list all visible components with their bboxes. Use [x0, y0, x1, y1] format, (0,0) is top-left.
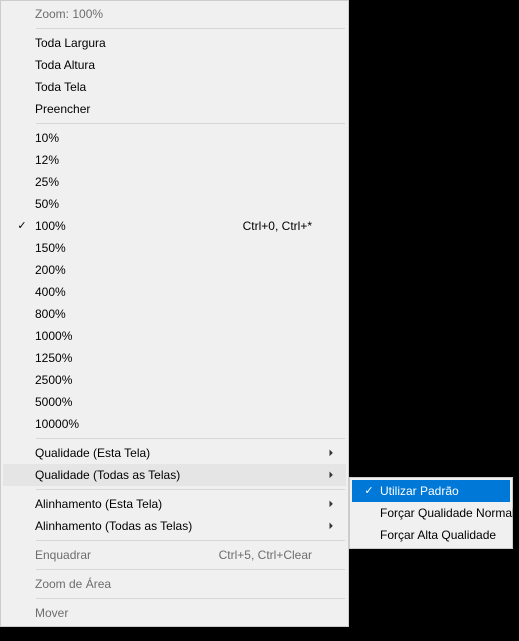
menu-header-zoom: Zoom: 100% — [3, 3, 346, 25]
menu-separator — [36, 123, 345, 124]
menu-item-label: Qualidade (Esta Tela) — [35, 446, 316, 460]
chevron-right-icon: 🞂 — [326, 499, 336, 510]
menu-item-label: 1250% — [35, 351, 316, 365]
menu-item-label: Toda Largura — [35, 36, 316, 50]
menu-item-zoom-50[interactable]: 50% — [3, 193, 346, 215]
menu-separator — [36, 540, 345, 541]
menu-item-label: Mover — [35, 606, 316, 620]
menu-item-quality-all-screens[interactable]: Qualidade (Todas as Telas) 🞂 — [3, 464, 346, 486]
chevron-right-icon: 🞂 — [326, 448, 336, 459]
menu-item-zoom-10000[interactable]: 10000% — [3, 413, 346, 435]
submenu-item-label: Utilizar Padrão — [380, 484, 502, 498]
submenu-item-label: Forçar Qualidade Normal — [380, 506, 515, 520]
menu-item-zoom-25[interactable]: 25% — [3, 171, 346, 193]
menu-item-label: Alinhamento (Esta Tela) — [35, 497, 316, 511]
menu-item-frame: Enquadrar Ctrl+5, Ctrl+Clear — [3, 544, 346, 566]
checkmark-icon: ✓ — [358, 486, 380, 497]
menu-item-full-height[interactable]: Toda Altura — [3, 54, 346, 76]
menu-item-label: 10000% — [35, 417, 316, 431]
chevron-right-icon: 🞂 — [326, 470, 336, 481]
menu-item-label: 1000% — [35, 329, 316, 343]
menu-item-label: 50% — [35, 197, 316, 211]
menu-item-label: 25% — [35, 175, 316, 189]
menu-item-label: 200% — [35, 263, 316, 277]
menu-item-zoom-150[interactable]: 150% — [3, 237, 346, 259]
menu-item-shortcut: Ctrl+5, Ctrl+Clear — [219, 548, 316, 562]
zoom-context-menu: Zoom: 100% Toda Largura Toda Altura Toda… — [0, 0, 349, 627]
menu-item-label: Qualidade (Todas as Telas) — [35, 468, 316, 482]
menu-item-alignment-all-screens[interactable]: Alinhamento (Todas as Telas) 🞂 — [3, 515, 346, 537]
menu-item-zoom-12[interactable]: 12% — [3, 149, 346, 171]
menu-item-fill[interactable]: Preencher — [3, 98, 346, 120]
menu-item-label: 10% — [35, 131, 316, 145]
menu-item-move: Mover — [3, 602, 346, 624]
menu-item-label: Preencher — [35, 102, 316, 116]
chevron-right-icon: 🞂 — [326, 521, 336, 532]
menu-item-zoom-1250[interactable]: 1250% — [3, 347, 346, 369]
submenu-item-force-normal[interactable]: Forçar Qualidade Normal — [352, 502, 510, 524]
menu-item-label: Toda Tela — [35, 80, 316, 94]
menu-separator — [36, 598, 345, 599]
menu-item-zoom-5000[interactable]: 5000% — [3, 391, 346, 413]
menu-item-quality-this-screen[interactable]: Qualidade (Esta Tela) 🞂 — [3, 442, 346, 464]
menu-separator — [36, 28, 345, 29]
menu-item-zoom-area: Zoom de Área — [3, 573, 346, 595]
submenu-item-use-default[interactable]: ✓ Utilizar Padrão — [352, 480, 510, 502]
menu-item-label: 5000% — [35, 395, 316, 409]
menu-item-shortcut: Ctrl+0, Ctrl+* — [243, 219, 316, 233]
menu-item-full-width[interactable]: Toda Largura — [3, 32, 346, 54]
menu-item-zoom-2500[interactable]: 2500% — [3, 369, 346, 391]
quality-submenu: ✓ Utilizar Padrão Forçar Qualidade Norma… — [349, 477, 513, 549]
menu-item-label: 400% — [35, 285, 316, 299]
menu-item-zoom-400[interactable]: 400% — [3, 281, 346, 303]
checkmark-icon: ✓ — [9, 221, 35, 232]
menu-separator — [36, 569, 345, 570]
menu-item-label: Enquadrar — [35, 548, 219, 562]
menu-item-zoom-200[interactable]: 200% — [3, 259, 346, 281]
menu-item-full-screen[interactable]: Toda Tela — [3, 76, 346, 98]
menu-item-zoom-10[interactable]: 10% — [3, 127, 346, 149]
menu-item-label: Zoom de Área — [35, 577, 316, 591]
menu-separator — [36, 438, 345, 439]
menu-item-zoom-100[interactable]: ✓ 100% Ctrl+0, Ctrl+* — [3, 215, 346, 237]
menu-header-label: Zoom: 100% — [35, 7, 316, 21]
menu-item-label: Alinhamento (Todas as Telas) — [35, 519, 316, 533]
menu-item-label: 12% — [35, 153, 316, 167]
menu-item-label: 2500% — [35, 373, 316, 387]
menu-item-label: 100% — [35, 219, 243, 233]
submenu-item-label: Forçar Alta Qualidade — [380, 528, 502, 542]
submenu-item-force-high[interactable]: Forçar Alta Qualidade — [352, 524, 510, 546]
menu-item-label: Toda Altura — [35, 58, 316, 72]
menu-item-label: 150% — [35, 241, 316, 255]
menu-item-zoom-1000[interactable]: 1000% — [3, 325, 346, 347]
menu-item-zoom-800[interactable]: 800% — [3, 303, 346, 325]
menu-item-alignment-this-screen[interactable]: Alinhamento (Esta Tela) 🞂 — [3, 493, 346, 515]
menu-item-label: 800% — [35, 307, 316, 321]
menu-separator — [36, 489, 345, 490]
